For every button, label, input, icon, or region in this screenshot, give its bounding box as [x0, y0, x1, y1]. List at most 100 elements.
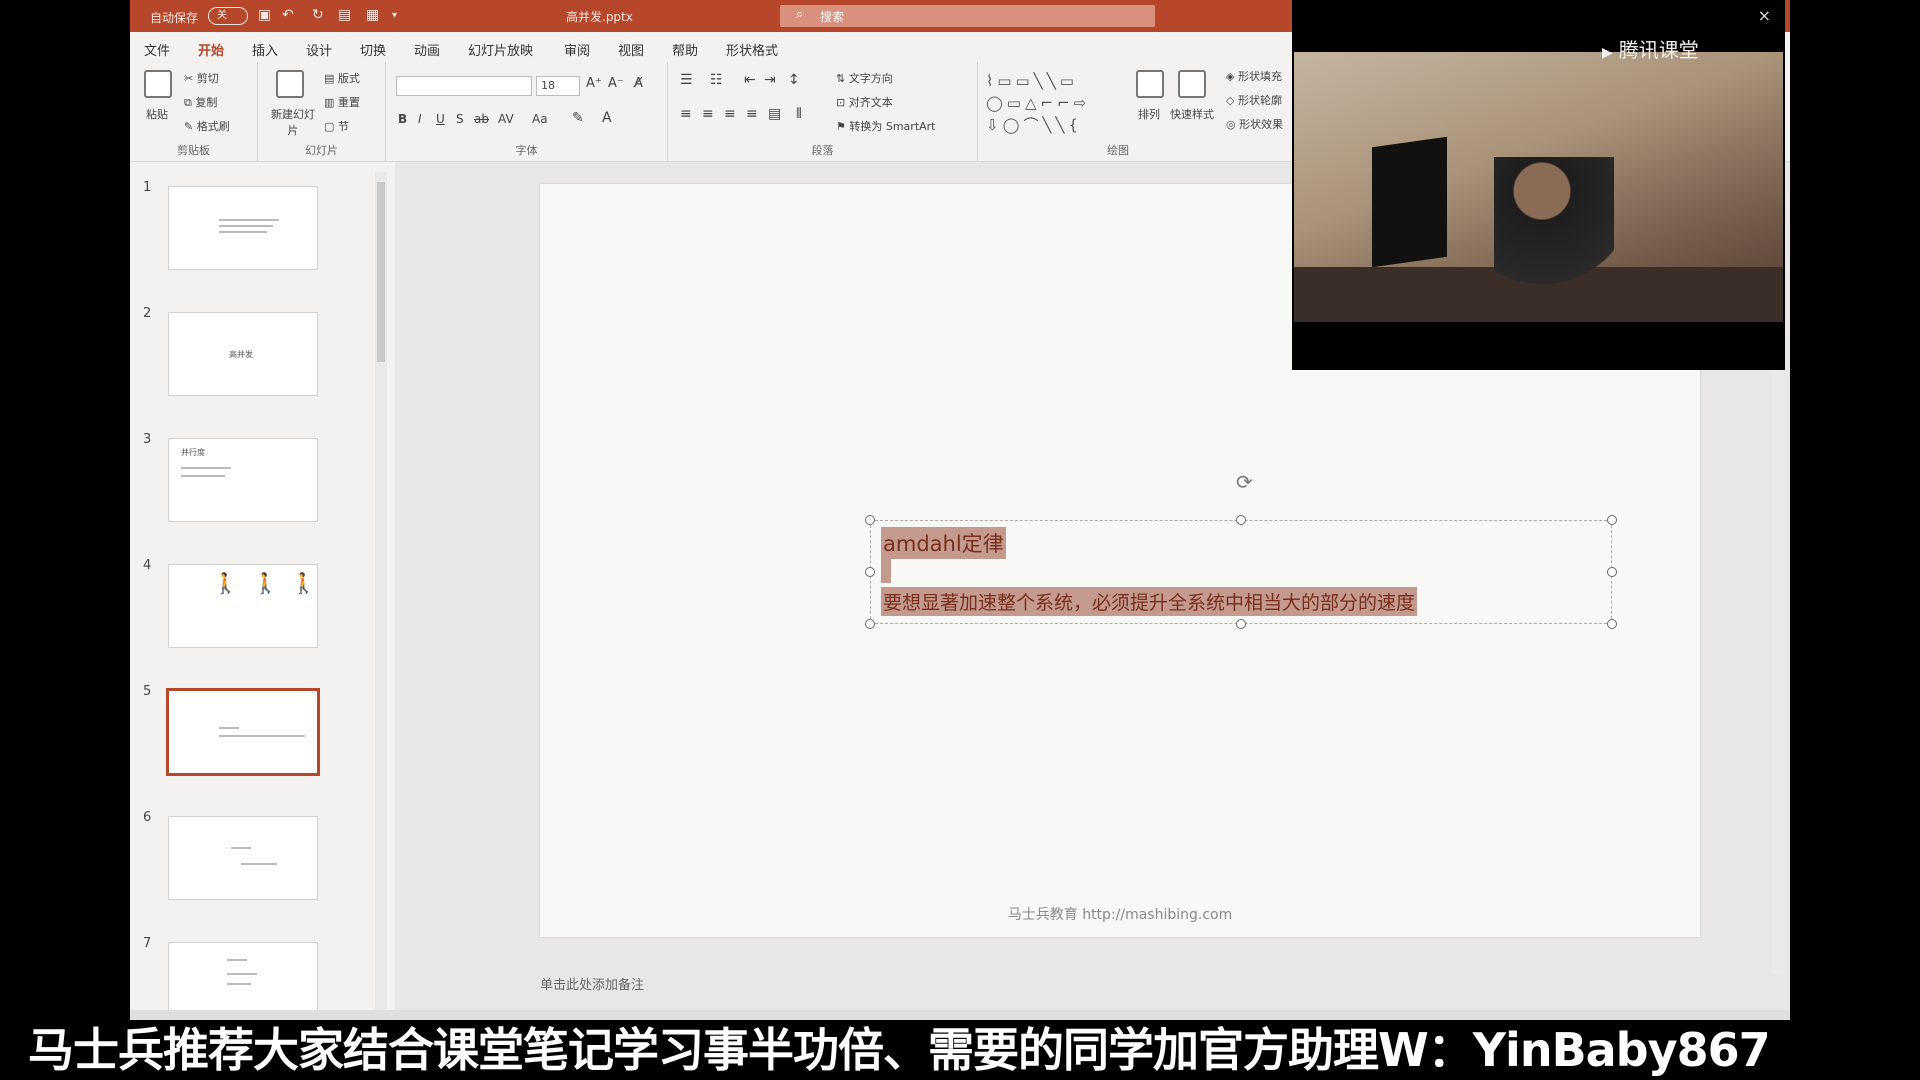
thumbnails-scrollbar[interactable]: [375, 172, 387, 1012]
underline-button[interactable]: U: [436, 112, 445, 126]
shape-effects-button[interactable]: ◎ 形状效果: [1226, 116, 1283, 132]
thumbnail-title: 并行度: [181, 448, 205, 457]
autosave-toggle[interactable]: 关: [208, 7, 248, 25]
strikethrough-button[interactable]: ab: [474, 112, 489, 126]
tab-animations[interactable]: 动画: [414, 40, 440, 59]
start-from-beginning-icon[interactable]: ▤: [338, 7, 351, 23]
highlight-icon[interactable]: ✎: [572, 110, 584, 126]
layout-button[interactable]: ▤ 版式: [324, 70, 360, 86]
text-direction-button[interactable]: ⇅ 文字方向: [836, 70, 893, 86]
arrange-button[interactable]: 排列: [1138, 106, 1160, 122]
tab-view[interactable]: 视图: [618, 40, 644, 59]
search-icon: ⌕: [796, 7, 804, 22]
tab-insert[interactable]: 插入: [252, 40, 278, 59]
font-label: 字体: [515, 144, 538, 157]
reset-button[interactable]: ▥ 重置: [324, 94, 360, 110]
subtitle-banner: 马士兵推荐大家结合课堂笔记学习事半功倍、需要的同学加官方助理W：YinBaby8…: [0, 1020, 1920, 1080]
shape-fill-button[interactable]: ◈ 形状填充: [1226, 68, 1282, 84]
quick-styles-icon[interactable]: [1178, 70, 1206, 98]
new-slide-icon[interactable]: [276, 70, 304, 98]
bold-button[interactable]: B: [398, 112, 407, 126]
increase-indent-icon[interactable]: ⇥: [764, 72, 776, 88]
presentation-icon[interactable]: ▦: [366, 7, 379, 23]
rotate-handle-icon[interactable]: ⟳: [1236, 470, 1253, 494]
tab-file[interactable]: 文件: [144, 40, 170, 59]
font-size-box[interactable]: 18: [536, 76, 580, 96]
resize-handle[interactable]: [1607, 567, 1617, 577]
shape-outline-button[interactable]: ◇ 形状轮廓: [1226, 92, 1282, 108]
text-box[interactable]: amdahl定律 要想显著加速整个系统，必须提升全系统中相当大的部分的速度: [865, 515, 1617, 629]
file-name[interactable]: 高并发.pptx: [566, 8, 633, 25]
paste-button[interactable]: 粘贴: [146, 106, 168, 122]
font-color-icon[interactable]: A: [602, 110, 612, 126]
tab-shape-format[interactable]: 形状格式: [726, 40, 778, 59]
align-left-icon[interactable]: ≡: [680, 106, 692, 122]
resize-handle[interactable]: [865, 567, 875, 577]
slide-thumbnail-5[interactable]: [166, 688, 320, 776]
columns-icon[interactable]: ⫴: [796, 106, 802, 122]
autosave-label: 自动保存: [150, 11, 199, 25]
shapes-gallery[interactable]: ⌇▭▭╲╲▭ ◯▭△⌐⌐⇨ ⇩◯⌒╲╲{: [986, 70, 1126, 140]
italic-button[interactable]: I: [418, 112, 422, 126]
save-icon[interactable]: ▣: [258, 7, 271, 23]
justify-icon[interactable]: ≡: [746, 106, 758, 122]
search-box[interactable]: ⌕ 搜索: [780, 5, 1155, 27]
line-spacing-icon[interactable]: ↕: [788, 72, 800, 88]
char-spacing-button[interactable]: AV: [498, 112, 514, 126]
monitor-shape: [1372, 136, 1447, 268]
scrollbar-thumb[interactable]: [377, 182, 385, 362]
grow-font-icon[interactable]: A⁺: [586, 76, 602, 91]
tab-design[interactable]: 设计: [306, 40, 332, 59]
section-button[interactable]: ▢ 节: [324, 118, 349, 134]
distribute-icon[interactable]: ▤: [768, 106, 781, 122]
cut-button[interactable]: ✂ 剪切: [184, 70, 219, 86]
format-painter-button[interactable]: ✎ 格式刷: [184, 118, 230, 134]
resize-handle[interactable]: [865, 515, 875, 525]
copy-label: 复制: [195, 96, 218, 109]
resize-handle[interactable]: [865, 619, 875, 629]
align-right-icon[interactable]: ≡: [724, 106, 736, 122]
bullets-icon[interactable]: ☰: [680, 72, 693, 88]
undo-icon[interactable]: ↶: [282, 7, 294, 23]
presenter-shape: [1494, 157, 1614, 322]
empty-line-selection: [881, 557, 891, 583]
tab-review[interactable]: 审阅: [564, 40, 590, 59]
shadow-button[interactable]: S: [456, 112, 464, 126]
slide-thumbnail-4[interactable]: 🚶 🚶 🚶: [168, 564, 318, 648]
new-slide-button[interactable]: 新建幻灯片: [268, 106, 318, 138]
slide-thumbnail-1[interactable]: [168, 186, 318, 270]
resize-handle[interactable]: [1607, 619, 1617, 629]
person-icon: 🚶: [213, 571, 238, 595]
customize-qat-icon[interactable]: ▾: [392, 10, 397, 21]
resize-handle[interactable]: [1236, 515, 1246, 525]
tab-transitions[interactable]: 切换: [360, 40, 386, 59]
tab-slideshow[interactable]: 幻灯片放映: [468, 40, 533, 59]
clear-format-icon[interactable]: A̸: [634, 76, 643, 91]
smartart-button[interactable]: ⚑ 转换为 SmartArt: [836, 118, 936, 134]
align-center-icon[interactable]: ≡: [702, 106, 714, 122]
font-name-box[interactable]: [396, 76, 532, 96]
tab-help[interactable]: 帮助: [672, 40, 698, 59]
slide-title[interactable]: amdahl定律: [881, 527, 1006, 559]
paste-icon[interactable]: [144, 70, 172, 98]
slides-group: 新建幻灯片 ▤ 版式 ▥ 重置 ▢ 节 幻灯片: [258, 62, 386, 162]
slide-body-text[interactable]: 要想显著加速整个系统，必须提升全系统中相当大的部分的速度: [881, 587, 1418, 616]
resize-handle[interactable]: [1607, 515, 1617, 525]
close-icon[interactable]: ×: [1758, 6, 1771, 25]
redo-icon[interactable]: ↻: [312, 7, 324, 23]
arrange-icon[interactable]: [1136, 70, 1164, 98]
slide-thumbnail-2[interactable]: 高并发: [168, 312, 318, 396]
copy-button[interactable]: ⧉ 复制: [184, 94, 217, 110]
numbering-icon[interactable]: ☷: [710, 72, 723, 88]
resize-handle[interactable]: [1236, 619, 1246, 629]
change-case-button[interactable]: Aa: [532, 112, 548, 126]
shrink-font-icon[interactable]: A⁻: [608, 76, 624, 91]
quick-styles-button[interactable]: 快速样式: [1170, 106, 1214, 122]
slide-thumbnail-6[interactable]: [168, 816, 318, 900]
decrease-indent-icon[interactable]: ⇤: [744, 72, 756, 88]
thumbnail-title: 高并发: [229, 350, 253, 359]
slide-thumbnail-3[interactable]: 并行度: [168, 438, 318, 522]
brand-name: 腾讯课堂: [1618, 38, 1699, 62]
notes-pane[interactable]: 单击此处添加备注: [540, 962, 1700, 1000]
align-text-button[interactable]: ⊡ 对齐文本: [836, 94, 893, 110]
